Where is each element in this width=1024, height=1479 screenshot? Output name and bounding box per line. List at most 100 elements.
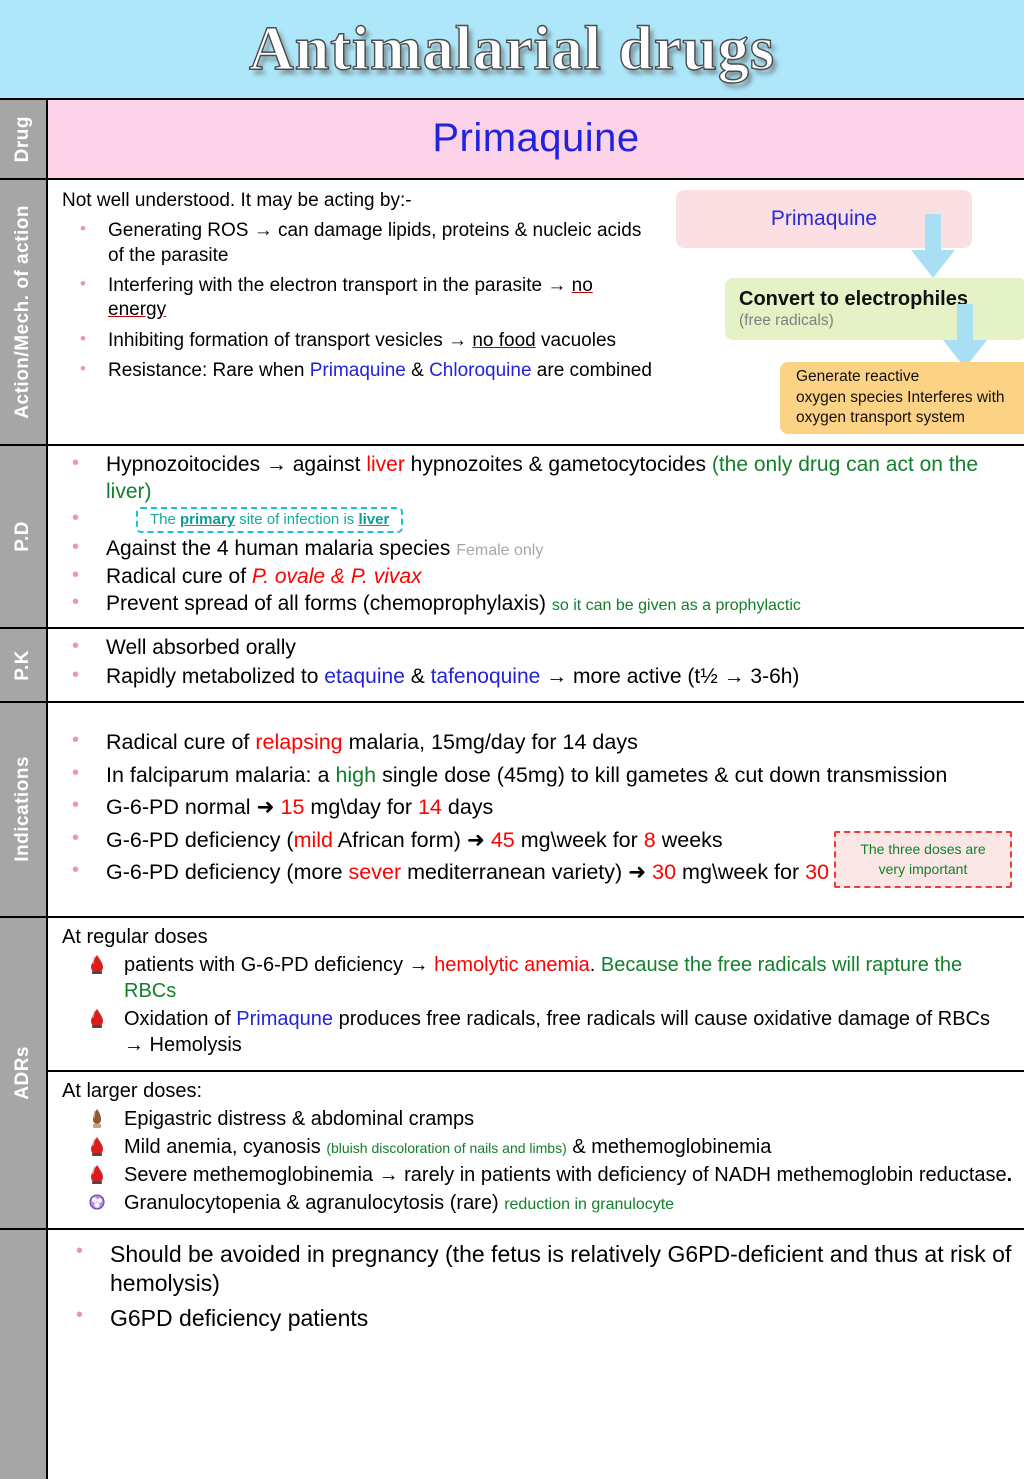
pk-cell: Well absorbed orally Rapidly metabolized … <box>48 629 1024 701</box>
row-label-contraindications: Contraindic ations <box>0 1229 48 1479</box>
text-fragment: mg\week for <box>514 827 644 852</box>
text-fragment: days <box>441 795 494 820</box>
adrs-larger-list: Epigastric distress & abdominal cramps Mi… <box>62 1106 1014 1216</box>
granulocyte-icon <box>88 1192 106 1212</box>
blood-drop-icon <box>88 954 106 974</box>
text-fragment: Granulocytopenia & agranulocytosis (rare… <box>124 1191 505 1214</box>
row-label-moa-text: Action/Mech. of action <box>12 205 33 419</box>
text-fragment: Epigastric distress & abdominal cramps <box>124 1107 475 1130</box>
text-fragment: . <box>589 953 601 976</box>
text-fragment: Female only <box>456 541 544 559</box>
indications-callout-line1: The three doses are <box>860 841 986 857</box>
adrs-larger-doses: At larger doses: Epigastric distress & a… <box>48 1072 1024 1228</box>
list-item: Mild anemia, cyanosis (bluish discolorat… <box>62 1134 1014 1160</box>
table-row-contraindications: Contraindic ations Should be avoided in … <box>0 1229 1024 1479</box>
list-item: In falciparum malaria: a high single dos… <box>62 761 1014 790</box>
table-row-pk: P.K Well absorbed orally Rapidly metaboli… <box>0 629 1024 703</box>
list-item: Against the 4 human malaria species Fema… <box>62 535 1014 563</box>
text-fragment: site of infection is <box>235 511 359 529</box>
table-row-pd: P.D Hypnozoitocides → against liver hypn… <box>0 446 1024 630</box>
pk-bullet-list: Well absorbed orally Rapidly metabolized … <box>62 634 1014 691</box>
text-fragment: In falciparum malaria: a <box>106 762 336 787</box>
text-fragment: Primaqune <box>236 1007 334 1030</box>
text-fragment: 30 <box>805 860 830 885</box>
list-item: G6PD deficiency patients <box>62 1303 1014 1333</box>
row-label-drug-text: Drug <box>12 115 33 163</box>
text-fragment: (bluish discoloration of nails and limbs… <box>326 1139 567 1156</box>
list-item: Severe methemoglobinemia → rarely in pat… <box>62 1162 1014 1188</box>
list-item: Granulocytopenia & agranulocytosis (rare… <box>62 1190 1014 1216</box>
table-row-indications: Indications Radical cure of relapsing ma… <box>0 703 1024 918</box>
indications-callout: The three doses are very important <box>834 831 1012 889</box>
text-fragment: Should be avoided in pregnancy (the fetu… <box>110 1240 1012 1297</box>
text-fragment: primary <box>180 511 236 529</box>
row-label-indications: Indications <box>0 703 48 916</box>
text-fragment: Oxidation of <box>124 1007 237 1030</box>
text-fragment: high <box>335 762 377 787</box>
text-fragment: liver <box>366 453 405 476</box>
list-item: Interfering with the electron transport … <box>62 273 656 323</box>
diagram-box-ros-line1: Generate reactive <box>796 367 920 385</box>
text-fragment: Well absorbed orally <box>106 636 296 660</box>
text-fragment: Against the 4 human malaria species <box>106 536 457 560</box>
adrs-cell: At regular doses patients with G-6-PD de… <box>48 918 1024 1228</box>
text-fragment: G-6-PD normal ➜ <box>106 795 281 820</box>
text-fragment: sever <box>348 860 402 885</box>
stomach-icon <box>88 1108 106 1128</box>
text-fragment: & methemoglobinemia <box>566 1135 772 1158</box>
diagram-box-ros-line3: oxygen transport system <box>796 409 965 427</box>
text-fragment: G-6-PD deficiency (more <box>106 860 349 885</box>
text-fragment: patients with G-6-PD deficiency → <box>124 953 435 976</box>
text-fragment: . <box>1006 1163 1013 1186</box>
text-fragment: The <box>150 511 181 529</box>
diagram-arrow-1 <box>910 214 956 280</box>
text-fragment: Inhibiting formation of transport vesicl… <box>108 329 473 351</box>
text-fragment: G-6-PD deficiency ( <box>106 827 294 852</box>
text-fragment: Resistance: Rare when <box>108 359 310 381</box>
pd-callout: The primary site of infection is liver <box>136 507 404 534</box>
moa-bullet-list: Generating ROS → can damage lipids, prot… <box>62 218 656 383</box>
text-fragment: & <box>405 359 430 381</box>
text-fragment: malaria, 15mg/day for 14 days <box>342 730 638 754</box>
text-fragment: → more active (t½ → 3-6h) <box>540 665 800 689</box>
slide-banner: Antimalarial drugs <box>0 0 1024 98</box>
contraindications-bullet-list: Should be avoided in pregnancy (the fetu… <box>62 1239 1014 1334</box>
list-item: Generating ROS → can damage lipids, prot… <box>62 218 656 268</box>
text-fragment: Interfering with the electron transport … <box>108 274 572 296</box>
text-fragment: no food <box>472 329 536 351</box>
pd-callout-row: The primary site of infection is liver <box>62 506 1014 534</box>
text-fragment: mediterranean variety) ➜ <box>401 860 653 885</box>
text-fragment: 8 <box>643 827 656 852</box>
text-fragment: liver <box>358 511 390 529</box>
list-item: Epigastric distress & abdominal cramps <box>62 1106 1014 1132</box>
adrs-regular-heading: At regular doses <box>62 925 208 948</box>
row-label-pk-text: P.K <box>12 649 33 681</box>
list-item: Should be avoided in pregnancy (the fetu… <box>62 1239 1014 1299</box>
indications-cell: Radical cure of relapsing malaria, 15mg/… <box>48 703 1024 916</box>
diagram-arrow-2 <box>942 304 988 370</box>
blood-drop-icon <box>88 1164 106 1184</box>
row-label-contraindications-text: Contraindic ations <box>6 1230 41 1479</box>
table-row-moa: Action/Mech. of action Not well understo… <box>0 180 1024 446</box>
pd-bullet-list: Hypnozoitocides → against liver hypnozoi… <box>62 451 1014 618</box>
list-item: Resistance: Rare when Primaquine & Chlor… <box>62 358 656 383</box>
text-fragment: P. ovale & P. vivax <box>251 564 422 588</box>
list-item: Well absorbed orally <box>62 634 1014 662</box>
row-label-adrs: ADRs <box>0 917 48 1228</box>
list-item: Oxidation of Primaqune produces free rad… <box>62 1006 1014 1058</box>
row-label-adrs-text: ADRs <box>12 1045 33 1100</box>
row-label-moa: Action/Mech. of action <box>0 180 48 444</box>
text-fragment: Severe methemoglobinemia → rarely in pat… <box>124 1163 1007 1186</box>
text-fragment: single dose (45mg) to kill gametes & cut… <box>376 762 948 787</box>
text-fragment: weeks <box>655 827 723 852</box>
text-fragment: relapsing <box>255 730 343 754</box>
text-fragment: hemolytic anemia <box>434 953 590 976</box>
text-fragment: mg\week for <box>676 860 806 885</box>
drug-name: Primaquine <box>432 116 640 161</box>
text-fragment: Hypnozoitocides → against <box>106 453 367 476</box>
list-item: Inhibiting formation of transport vesicl… <box>62 328 656 353</box>
list-item: Radical cure of P. ovale & P. vivax <box>62 563 1014 591</box>
text-fragment: Prevent spread of all forms (chemoprophy… <box>106 592 552 616</box>
text-fragment: are combined <box>531 359 652 381</box>
drug-table: Drug Primaquine Action/Mech. of action N… <box>0 98 1024 1479</box>
